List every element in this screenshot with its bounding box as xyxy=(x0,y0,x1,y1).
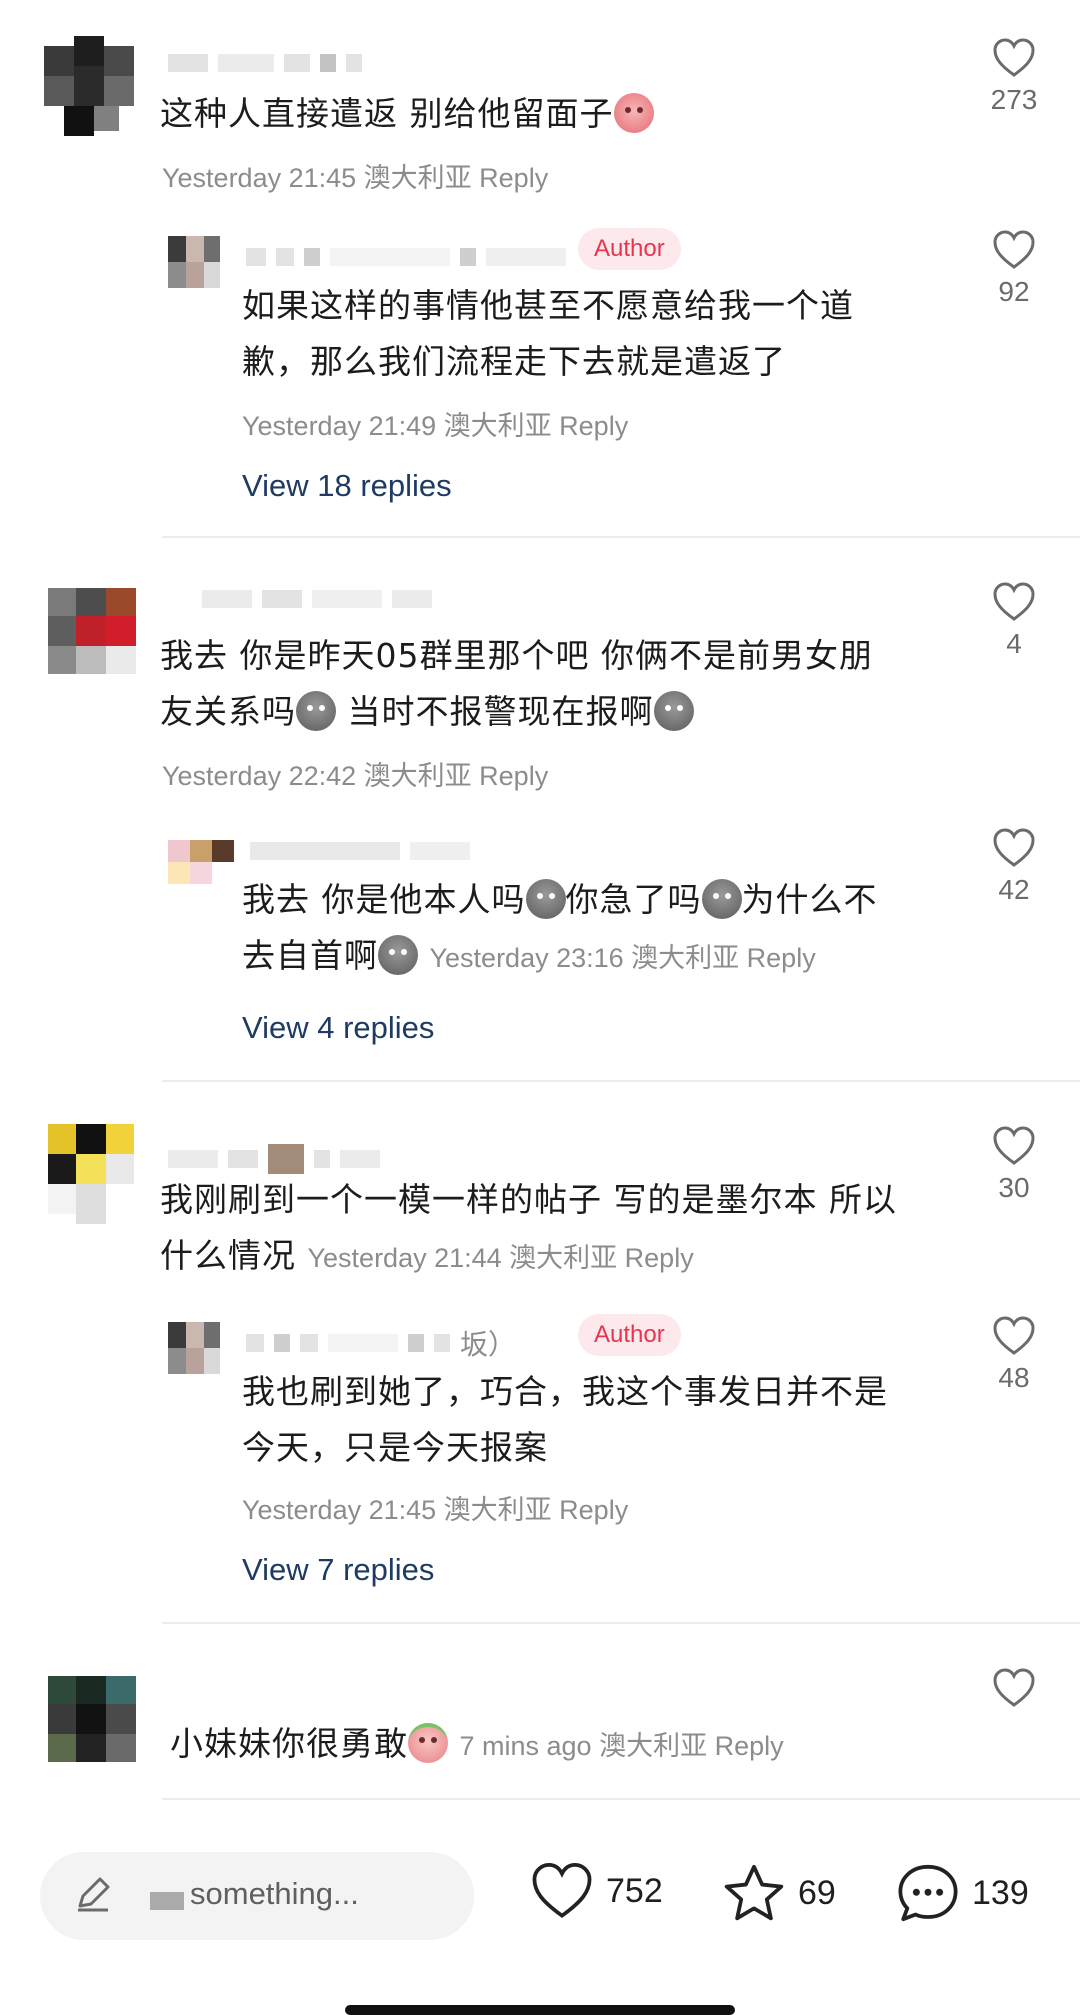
home-indicator[interactable] xyxy=(345,2005,735,2015)
avatar[interactable] xyxy=(48,1676,136,1762)
heart-icon xyxy=(532,1863,592,1918)
divider xyxy=(162,1080,1080,1082)
heart-icon[interactable] xyxy=(992,1668,1036,1708)
comment-text: 我去 你是他本人吗 你急了吗 为什么不 去自首啊 Yesterday 23:16 澳… xyxy=(242,879,878,975)
avatar[interactable] xyxy=(48,1124,134,1224)
pixelated-avatar-image xyxy=(48,1124,134,1224)
comment-text: 我刚刷到一个一模一样的帖子 写的是墨尔本 所以 什么情况 Yesterday 2… xyxy=(160,1180,897,1275)
gray-face-emoji-icon xyxy=(378,935,418,975)
like-count: 273 xyxy=(990,84,1038,115)
comment-text: 小妹妹你很勇敢 7 mins ago 澳大利亚 Reply xyxy=(170,1723,784,1763)
reply-button[interactable]: Reply xyxy=(479,163,548,193)
star-icon xyxy=(724,1864,784,1921)
comment-text: 如果这样的事情他甚至不愿意给我一个道 歉，那么我们流程走下去就是遣返了 xyxy=(242,286,854,381)
pixelated-avatar-image xyxy=(48,1676,136,1762)
pink-face-emoji-icon xyxy=(408,1723,448,1763)
comment-meta: Yesterday 21:45 澳大利亚 Reply xyxy=(242,1495,629,1525)
heart-icon[interactable] xyxy=(992,230,1036,270)
heart-icon[interactable] xyxy=(992,828,1036,868)
author-badge: Author xyxy=(578,1314,681,1356)
comment-total: 139 xyxy=(972,1873,1029,1912)
reply-button[interactable]: Reply xyxy=(559,1495,628,1525)
pixelated-avatar-image xyxy=(168,840,234,884)
comment-text: 我去 你是昨天05群里那个吧 你俩不是前男女朋 友关系吗 当时不报警现在报啊 xyxy=(160,636,873,731)
comment-meta: 7 mins ago 澳大利亚 Reply xyxy=(459,1731,784,1761)
pencil-icon xyxy=(78,1877,110,1912)
pixelated-avatar-image xyxy=(168,236,220,288)
like-count: 48 xyxy=(998,1362,1030,1393)
chat-bubble-icon xyxy=(898,1864,958,1922)
heart-icon[interactable] xyxy=(992,1126,1036,1166)
comment-meta: Yesterday 23:16 澳大利亚 Reply xyxy=(429,943,816,973)
username-fragment: 坂） xyxy=(460,1328,517,1361)
like-control[interactable]: 4 xyxy=(974,582,1054,660)
like-control[interactable]: 92 xyxy=(974,230,1054,308)
comment-meta: Yesterday 21:45 澳大利亚 Reply xyxy=(162,163,549,193)
comment-meta: Yesterday 22:42 澳大利亚 Reply xyxy=(162,761,549,791)
divider xyxy=(162,1622,1080,1624)
favorite-total: 69 xyxy=(798,1873,836,1912)
heart-icon[interactable] xyxy=(992,1316,1036,1356)
username-blurred[interactable] xyxy=(168,1144,380,1174)
comment-text: 我也刷到她了，巧合，我这个事发日并不是 今天，只是今天报案 xyxy=(242,1372,888,1467)
like-post-button[interactable]: 752 xyxy=(530,1862,663,1920)
like-total: 752 xyxy=(606,1871,663,1910)
like-control[interactable]: 30 xyxy=(974,1126,1054,1204)
pixelated-avatar-image xyxy=(168,1322,220,1374)
username-blurred[interactable] xyxy=(250,840,470,862)
blurred-text xyxy=(150,1892,184,1910)
username-blurred[interactable] xyxy=(246,246,566,268)
comment-meta: Yesterday 21:49 澳大利亚 Reply xyxy=(242,411,629,441)
view-replies-link[interactable]: View 4 replies xyxy=(242,1010,434,1046)
divider xyxy=(162,536,1080,538)
avatar[interactable] xyxy=(44,36,134,136)
author-badge: Author xyxy=(578,228,681,270)
avatar[interactable] xyxy=(48,588,136,674)
pink-face-emoji-icon xyxy=(613,93,654,133)
avatar[interactable] xyxy=(168,236,220,288)
avatar[interactable] xyxy=(168,1322,220,1374)
like-count: 4 xyxy=(1006,628,1022,659)
reply-button[interactable]: Reply xyxy=(559,411,628,441)
comment-input[interactable]: something... xyxy=(40,1852,474,1940)
view-replies-link[interactable]: View 7 replies xyxy=(242,1552,434,1588)
gray-face-emoji-icon xyxy=(701,879,742,919)
reply-button[interactable]: Reply xyxy=(625,1243,694,1273)
comment-input-placeholder: something... xyxy=(190,1876,359,1911)
gray-face-emoji-icon xyxy=(296,691,336,731)
username-blurred[interactable] xyxy=(202,588,432,610)
like-control[interactable]: 48 xyxy=(974,1316,1054,1394)
reply-button[interactable]: Reply xyxy=(715,1731,784,1761)
like-count: 42 xyxy=(998,874,1030,905)
pixelated-avatar-image xyxy=(48,588,136,674)
username-blurred[interactable]: 坂） xyxy=(246,1328,516,1361)
gray-face-emoji-icon xyxy=(653,691,694,731)
bottom-action-bar: something... 752 69 139 xyxy=(0,1822,1080,1962)
comment-meta: Yesterday 21:44 澳大利亚 Reply xyxy=(307,1243,694,1273)
like-control[interactable]: 42 xyxy=(974,828,1054,906)
heart-icon[interactable] xyxy=(992,582,1036,622)
view-replies-link[interactable]: View 18 replies xyxy=(242,468,452,504)
reply-button[interactable]: Reply xyxy=(747,943,816,973)
like-control[interactable]: 273 xyxy=(974,38,1054,116)
divider xyxy=(162,1798,1080,1800)
comment-post-button[interactable]: 139 xyxy=(896,1862,1029,1924)
gray-face-emoji-icon xyxy=(525,879,566,919)
heart-icon[interactable] xyxy=(992,38,1036,78)
reply-button[interactable]: Reply xyxy=(479,761,548,791)
avatar[interactable] xyxy=(168,840,234,884)
like-count: 30 xyxy=(998,1172,1030,1203)
like-control[interactable] xyxy=(974,1668,1054,1708)
pixelated-avatar-image xyxy=(44,36,134,136)
favorite-post-button[interactable]: 69 xyxy=(722,1862,836,1924)
username-blurred[interactable] xyxy=(168,52,362,74)
like-count: 92 xyxy=(998,276,1030,307)
comment-text: 这种人直接遣返 别给他留面子 xyxy=(160,86,654,142)
